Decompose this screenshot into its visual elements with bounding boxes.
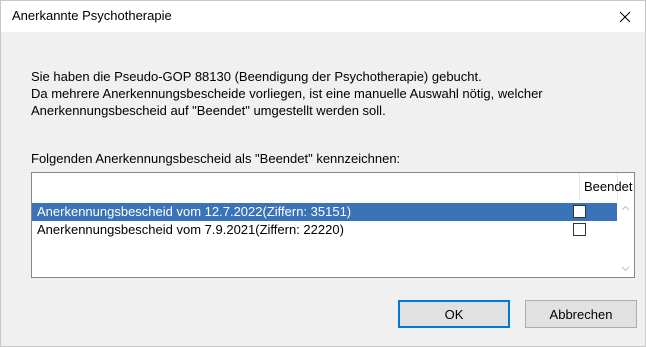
window-title: Anerkannte Psychotherapie xyxy=(12,8,172,23)
message-line: Sie haben die Pseudo-GOP 88130 (Beendigu… xyxy=(31,69,482,84)
chevron-down-icon xyxy=(621,266,630,271)
list-rows: Anerkennungsbescheid vom 12.7.2022(Ziffe… xyxy=(32,203,618,239)
list-row-1[interactable]: Anerkennungsbescheid vom 12.7.2022(Ziffe… xyxy=(32,203,618,221)
beendet-checkbox[interactable] xyxy=(573,205,586,218)
close-button[interactable] xyxy=(605,1,645,32)
row-name: Anerkennungsbescheid vom 12.7.2022(Ziffe… xyxy=(37,204,352,219)
scroll-down-button[interactable] xyxy=(617,260,634,277)
message-line: Da mehrere Anerkennungsbescheide vorlieg… xyxy=(31,86,543,101)
message-text: Sie haben die Pseudo-GOP 88130 (Beendigu… xyxy=(31,68,543,119)
column-header-beendet[interactable]: Beendet xyxy=(579,173,632,199)
ok-button[interactable]: OK xyxy=(398,300,510,328)
title-bar: Anerkannte Psychotherapie xyxy=(1,1,645,33)
instruction-label: Folgenden Anerkennungsbescheid als "Been… xyxy=(31,151,401,166)
decision-list[interactable]: Beendet Anerkennungsbescheid vom 12.7.20… xyxy=(31,172,635,278)
vertical-scrollbar[interactable] xyxy=(617,199,634,277)
cancel-button[interactable]: Abbrechen xyxy=(525,300,637,328)
beendet-checkbox[interactable] xyxy=(573,223,586,236)
chevron-up-icon xyxy=(621,205,630,210)
column-header-name[interactable] xyxy=(32,173,579,199)
scroll-up-button[interactable] xyxy=(617,199,634,216)
row-name: Anerkennungsbescheid vom 7.9.2021(Ziffer… xyxy=(37,222,344,237)
message-line: Anerkennungsbescheid auf "Beendet" umges… xyxy=(31,103,386,118)
list-header: Beendet xyxy=(32,173,632,199)
dialog-window: Anerkannte Psychotherapie Sie haben die … xyxy=(0,0,646,347)
close-icon xyxy=(619,11,631,22)
list-row-2[interactable]: Anerkennungsbescheid vom 7.9.2021(Ziffer… xyxy=(32,221,618,239)
